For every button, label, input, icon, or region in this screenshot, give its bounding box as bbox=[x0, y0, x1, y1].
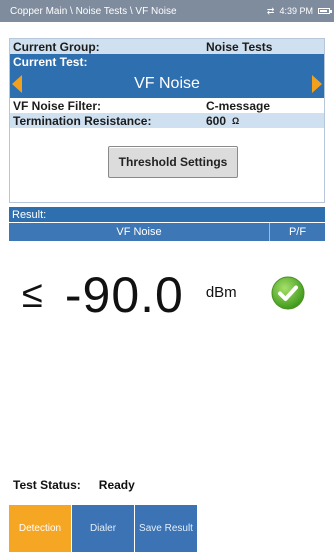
test-setup-panel: Current Group: Noise Tests Current Test:… bbox=[9, 38, 325, 203]
filter-label: VF Noise Filter: bbox=[13, 98, 102, 113]
pass-check-icon bbox=[271, 276, 305, 310]
termination-row[interactable]: Termination Resistance: 600 Ω bbox=[10, 113, 324, 128]
termination-value[interactable]: 600 bbox=[206, 114, 226, 128]
dialer-button[interactable]: Dialer bbox=[72, 505, 134, 552]
column-vf-noise: VF Noise bbox=[116, 226, 162, 238]
current-test-label-row: Current Test: bbox=[10, 54, 324, 70]
current-test-value: VF Noise bbox=[134, 75, 200, 92]
comparator-symbol: ≤ bbox=[22, 273, 43, 316]
battery-icon bbox=[318, 8, 332, 14]
current-group-value: Noise Tests bbox=[206, 39, 273, 54]
result-header: Result: bbox=[9, 207, 325, 222]
column-pass-fail: P/F bbox=[269, 223, 325, 241]
current-group-label: Current Group: bbox=[13, 39, 100, 54]
result-column-header: VF Noise P/F bbox=[9, 223, 325, 241]
previous-test-arrow-icon[interactable] bbox=[12, 75, 22, 93]
current-test-label: Current Test: bbox=[13, 55, 88, 69]
save-result-button[interactable]: Save Result bbox=[135, 505, 197, 552]
next-test-arrow-icon[interactable] bbox=[312, 75, 322, 93]
test-status-value: Ready bbox=[98, 478, 135, 492]
title-bar: Copper Main \ Noise Tests \ VF Noise ⇄ 4… bbox=[0, 0, 334, 22]
filter-row[interactable]: VF Noise Filter: C-message bbox=[10, 98, 324, 113]
test-status: Test Status: Ready bbox=[13, 478, 135, 492]
status-area: ⇄ 4:39 PM bbox=[266, 5, 332, 17]
bottom-toolbar: Detection Dialer Save Result bbox=[0, 505, 334, 552]
sync-icon: ⇄ bbox=[266, 5, 275, 16]
termination-label: Termination Resistance: bbox=[13, 113, 152, 128]
ohm-unit: Ω bbox=[232, 115, 240, 126]
current-group-row: Current Group: Noise Tests bbox=[10, 39, 324, 54]
threshold-settings-button[interactable]: Threshold Settings bbox=[108, 146, 238, 178]
measurement-value: -90.0 bbox=[64, 267, 184, 323]
measurement-unit: dBm bbox=[205, 283, 237, 301]
clock: 4:39 PM bbox=[279, 6, 313, 16]
test-status-label: Test Status: bbox=[13, 478, 81, 492]
filter-value[interactable]: C-message bbox=[206, 99, 270, 113]
current-test-selector[interactable]: VF Noise bbox=[10, 70, 324, 98]
breadcrumb: Copper Main \ Noise Tests \ VF Noise bbox=[10, 5, 177, 17]
measurement-reading: ≤ -90.0 dBm bbox=[22, 260, 237, 330]
detection-button[interactable]: Detection bbox=[9, 505, 71, 552]
